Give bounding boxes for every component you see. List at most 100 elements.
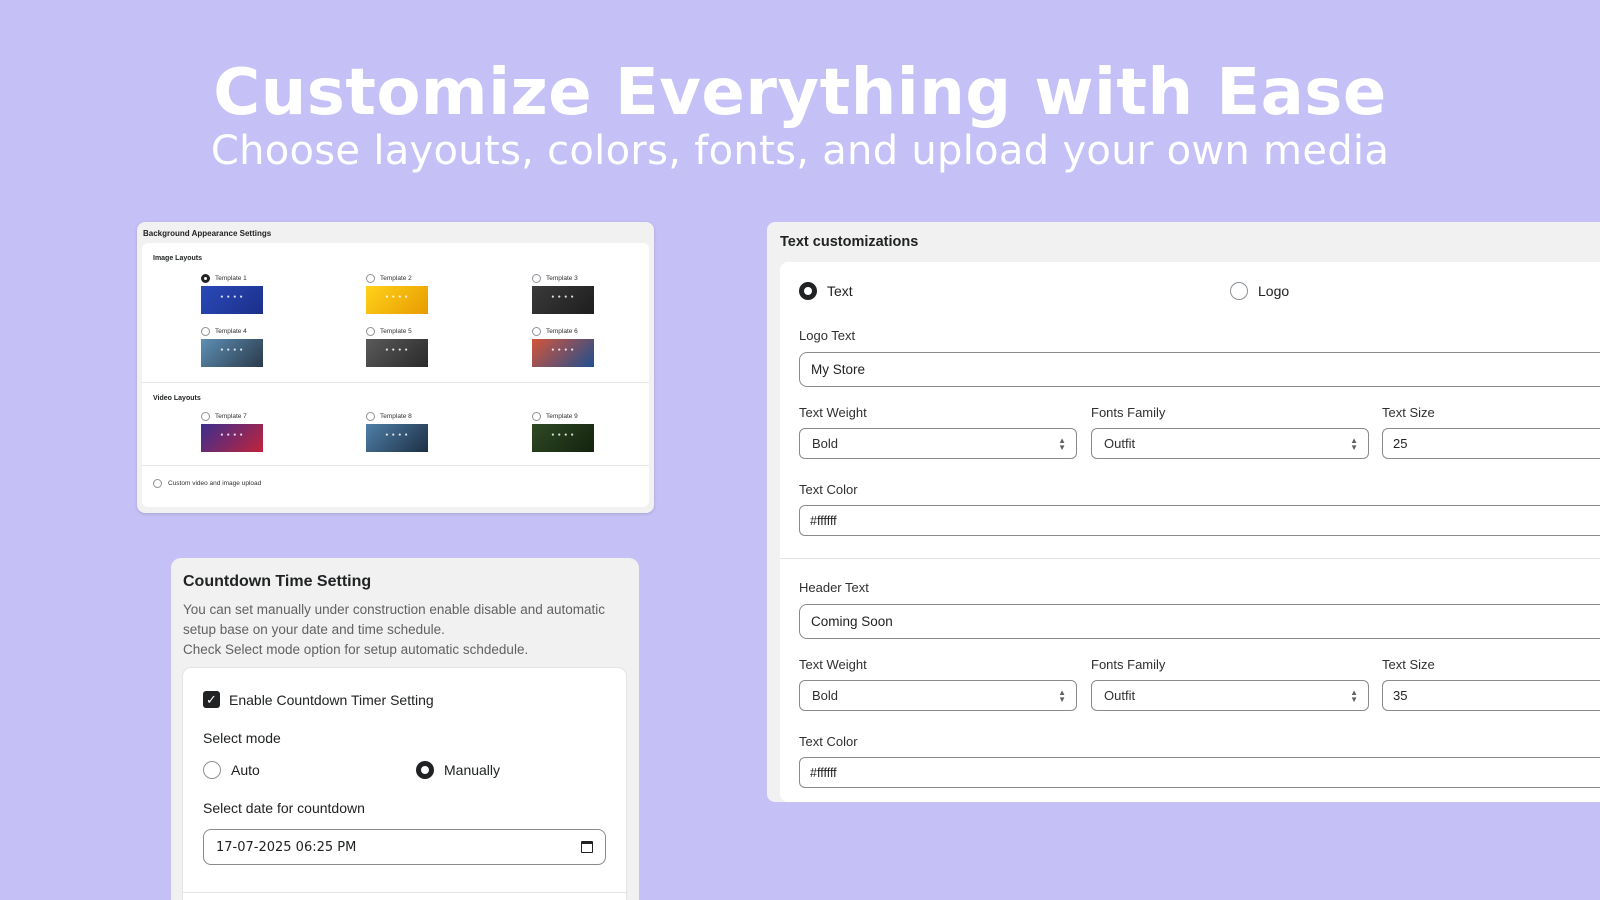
countdown-dots-icon: ● ● ● ● (551, 294, 575, 300)
enable-countdown-label[interactable]: Enable Countdown Timer Setting (229, 692, 434, 708)
template-label: Template 4 (215, 327, 247, 335)
header-text-input[interactable]: Coming Soon (799, 604, 1600, 639)
template-radio[interactable] (532, 326, 541, 336)
mode-manual-radio[interactable] (416, 761, 434, 779)
template-thumbnail[interactable]: ● ● ● ● (366, 339, 428, 367)
template-option-1[interactable]: Template 1 ● ● ● ● (201, 273, 281, 314)
logo-size-value: 25 (1393, 436, 1408, 451)
custom-upload-radio[interactable] (153, 479, 162, 488)
video-layouts-label: Video Layouts (153, 395, 201, 402)
card-divider (183, 892, 626, 893)
logo-color-input[interactable]: #ffffff (799, 505, 1600, 536)
mode-auto-option[interactable]: Auto (203, 761, 260, 779)
custom-upload-option[interactable]: Custom video and image upload (153, 479, 261, 488)
logo-text-value: My Store (811, 362, 866, 377)
logo-weight-select[interactable]: Bold ▲ ▼ (799, 428, 1077, 459)
background-settings-title: Background Appearance Settings (143, 229, 272, 238)
header-family-value: Outfit (1104, 688, 1136, 703)
logo-text-label: Logo Text (799, 328, 856, 343)
template-thumbnail[interactable]: ● ● ● ● (532, 286, 594, 314)
header-size-label: Text Size (1382, 657, 1435, 672)
header-color-input[interactable]: #ffffff (799, 757, 1600, 788)
text-customizations-card: Text Logo Logo Text My Store Text Weight… (780, 262, 1600, 802)
header-weight-value: Bold (812, 688, 839, 703)
option-logo[interactable]: Logo (1230, 282, 1289, 300)
logo-weight-value: Bold (812, 436, 839, 451)
text-customizations-panel: Text customizations Text Logo Logo Text … (767, 222, 1600, 802)
option-text-radio[interactable] (799, 282, 817, 300)
template-radio[interactable] (366, 411, 375, 421)
enable-countdown-checkbox[interactable]: ✓ (203, 691, 220, 708)
template-thumbnail[interactable]: ● ● ● ● (366, 424, 428, 452)
template-option-7[interactable]: Template 7 ● ● ● ● (201, 411, 281, 452)
template-thumbnail[interactable]: ● ● ● ● (201, 286, 263, 314)
mode-manual-option[interactable]: Manually (416, 761, 500, 779)
header-text-value: Coming Soon (811, 614, 893, 629)
template-label: Template 1 (215, 274, 247, 282)
option-logo-radio[interactable] (1230, 282, 1248, 300)
template-label: Template 8 (380, 412, 412, 420)
countdown-title: Countdown Time Setting (183, 573, 372, 590)
hero-title: Customize Everything with Ease (213, 56, 1387, 130)
template-radio[interactable] (532, 273, 541, 283)
countdown-dots-icon: ● ● ● ● (551, 347, 575, 353)
select-mode-label: Select mode (203, 730, 281, 746)
template-option-6[interactable]: Template 6 ● ● ● ● (532, 326, 612, 367)
logo-family-label: Fonts Family (1091, 405, 1166, 420)
template-label: Template 6 (546, 327, 578, 335)
calendar-icon[interactable] (581, 841, 593, 853)
header-weight-select[interactable]: Bold ▲ ▼ (799, 680, 1077, 711)
logo-size-input[interactable]: 25 (1382, 428, 1600, 459)
countdown-date-label: Select date for countdown (203, 800, 365, 816)
section-divider (142, 382, 649, 383)
option-text-label: Text (827, 283, 853, 299)
template-option-9[interactable]: Template 9 ● ● ● ● (532, 411, 612, 452)
template-thumbnail[interactable]: ● ● ● ● (201, 424, 263, 452)
template-label: Template 5 (380, 327, 412, 335)
countdown-dots-icon: ● ● ● ● (220, 294, 244, 300)
template-radio[interactable] (201, 326, 210, 336)
select-arrows-icon: ▲ ▼ (1058, 687, 1066, 704)
image-layouts-label: Image Layouts (153, 255, 203, 262)
template-label: Template 2 (380, 274, 412, 282)
template-radio[interactable] (532, 411, 541, 421)
logo-text-input[interactable]: My Store (799, 352, 1600, 387)
template-radio[interactable] (366, 326, 375, 336)
header-color-value: #ffffff (810, 765, 837, 780)
mode-auto-radio[interactable] (203, 761, 221, 779)
mode-auto-label: Auto (231, 762, 260, 778)
template-option-3[interactable]: Template 3 ● ● ● ● (532, 273, 612, 314)
template-radio[interactable] (366, 273, 375, 283)
option-text[interactable]: Text (799, 282, 853, 300)
template-option-2[interactable]: Template 2 ● ● ● ● (366, 273, 446, 314)
header-size-input[interactable]: 35 (1382, 680, 1600, 711)
countdown-dots-icon: ● ● ● ● (385, 432, 409, 438)
template-option-8[interactable]: Template 8 ● ● ● ● (366, 411, 446, 452)
select-arrows-icon: ▲ ▼ (1350, 687, 1358, 704)
header-weight-label: Text Weight (799, 657, 867, 672)
header-family-select[interactable]: Outfit ▲ ▼ (1091, 680, 1369, 711)
template-thumbnail[interactable]: ● ● ● ● (366, 286, 428, 314)
mode-manual-label: Manually (444, 762, 501, 778)
section-divider (780, 558, 1600, 559)
countdown-dots-icon: ● ● ● ● (551, 432, 575, 438)
template-option-5[interactable]: Template 5 ● ● ● ● (366, 326, 446, 367)
template-radio[interactable] (201, 273, 210, 283)
template-label: Template 3 (546, 274, 578, 282)
template-option-4[interactable]: Template 4 ● ● ● ● (201, 326, 281, 367)
countdown-date-value: 17-07-2025 06:25 PM (216, 839, 357, 855)
header-text-label: Header Text (799, 580, 869, 595)
select-arrows-icon: ▲ ▼ (1058, 435, 1066, 452)
template-thumbnail[interactable]: ● ● ● ● (532, 339, 594, 367)
template-radio[interactable] (201, 411, 210, 421)
countdown-description-line-2: Check Select mode option for setup autom… (183, 642, 529, 657)
custom-upload-label: Custom video and image upload (168, 480, 262, 487)
template-thumbnail[interactable]: ● ● ● ● (201, 339, 263, 367)
background-settings-card: Image Layouts Template 1 ● ● ● ● Templat… (142, 243, 649, 507)
logo-family-select[interactable]: Outfit ▲ ▼ (1091, 428, 1369, 459)
logo-weight-label: Text Weight (799, 405, 867, 420)
select-arrows-icon: ▲ ▼ (1350, 435, 1358, 452)
countdown-dots-icon: ● ● ● ● (385, 294, 409, 300)
countdown-date-input[interactable]: 17-07-2025 06:25 PM (203, 829, 606, 865)
template-thumbnail[interactable]: ● ● ● ● (532, 424, 594, 452)
